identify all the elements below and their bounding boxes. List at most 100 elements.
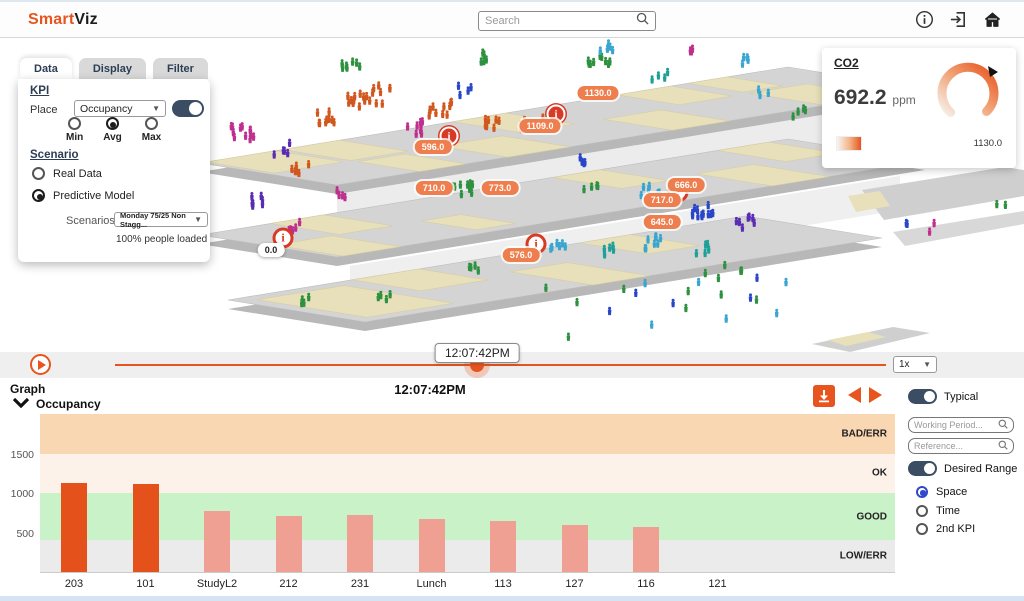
room-value-badge[interactable]: 710.0 <box>416 181 453 195</box>
desired-range-label: Desired Range <box>944 463 1017 475</box>
chart-title: Occupancy <box>36 397 101 411</box>
co2-gauge-card: CO2 692.2 ppm 01130.0 <box>822 48 1016 168</box>
bottom-divider <box>0 596 1024 601</box>
data-panel: Data Display Filter KPI Place Occupancy▼… <box>18 58 210 262</box>
place-label: Place <box>30 104 58 116</box>
working-period-input[interactable] <box>914 420 998 430</box>
x-axis-label: 127 <box>540 578 610 590</box>
zone-label: OK <box>872 468 887 479</box>
bar-127[interactable] <box>562 525 588 572</box>
room-value-badge[interactable]: 773.0 <box>482 181 519 195</box>
room-value-badge[interactable]: 645.0 <box>644 215 681 229</box>
logo-smart: Smart <box>28 11 74 28</box>
playback-speed-select[interactable]: 1x▼ <box>893 356 937 373</box>
zone-band-good: GOOD <box>40 493 895 540</box>
room-value-badge[interactable]: 596.0 <box>415 140 452 154</box>
mode-time-option[interactable]: Time <box>916 505 960 517</box>
bar-116[interactable] <box>633 527 659 573</box>
typical-row: Typical <box>908 389 978 404</box>
playback-timeline: 12:07:42PM 1x▼ <box>0 352 1024 378</box>
desired-range-row: Desired Range <box>908 461 1017 476</box>
chevron-down-icon: ▼ <box>923 360 931 369</box>
predictive-model-option[interactable]: Predictive Model <box>32 189 134 202</box>
agg-max[interactable]: Max <box>142 117 161 143</box>
bar-203[interactable] <box>61 483 87 572</box>
x-axis-label: 101 <box>111 578 181 590</box>
reference-input[interactable] <box>914 441 998 451</box>
bar-231[interactable] <box>347 515 373 572</box>
co2-scale: 01130.0 <box>836 138 1002 151</box>
co2-gradient-bar <box>836 136 862 151</box>
tab-data[interactable]: Data <box>20 58 72 79</box>
bar-Lunch[interactable] <box>419 519 445 572</box>
tab-filter[interactable]: Filter <box>153 58 208 79</box>
place-select[interactable]: Occupancy▼ <box>74 100 166 117</box>
x-axis-label: 121 <box>683 578 753 590</box>
min-radio[interactable] <box>68 117 81 130</box>
info-icon[interactable] <box>915 10 934 29</box>
time-radio[interactable] <box>916 505 928 517</box>
desired-range-toggle[interactable] <box>908 461 937 476</box>
tab-display[interactable]: Display <box>79 58 146 79</box>
bar-113[interactable] <box>490 521 516 572</box>
y-axis-tick: 1500 <box>6 449 34 461</box>
co2-unit: ppm <box>892 93 915 107</box>
bar-212[interactable] <box>276 516 302 572</box>
scenarios-select[interactable]: Monday 75/25 Non Stagg...▼ <box>114 212 208 227</box>
x-axis-label: Lunch <box>397 578 467 590</box>
space-radio[interactable] <box>916 486 928 498</box>
search-icon <box>998 437 1008 455</box>
graph-label: Graph <box>10 382 45 396</box>
agg-avg[interactable]: Avg <box>103 117 122 143</box>
room-value-badge[interactable]: 717.0 <box>644 193 681 207</box>
search-box[interactable] <box>478 11 656 31</box>
previous-arrow-button[interactable] <box>848 387 861 403</box>
zone-band-low-err: LOW/ERR <box>40 540 895 572</box>
search-input[interactable] <box>485 15 636 27</box>
room-value-badge[interactable]: 1109.0 <box>519 119 560 133</box>
mode-space-option[interactable]: Space <box>916 486 967 498</box>
occupancy-bar-chart: LOW/ERRGOODOKBAD/ERR <box>40 415 895 573</box>
logo-viz: Viz <box>74 11 97 28</box>
y-axis-tick: 1000 <box>6 488 34 500</box>
x-axis-label: 203 <box>39 578 109 590</box>
building-3d-view[interactable]: iiiii1130.01109.0596.0710.0773.0666.0717… <box>0 38 1024 352</box>
collapse-graph-chevron-icon[interactable] <box>12 395 30 413</box>
2nd-kpi-radio[interactable] <box>916 523 928 535</box>
graph-current-time: 12:07:42PM <box>360 382 500 397</box>
agg-min[interactable]: Min <box>66 117 83 143</box>
typical-toggle[interactable] <box>908 389 937 404</box>
next-arrow-button[interactable] <box>869 387 882 403</box>
room-value-badge[interactable]: 666.0 <box>668 178 705 192</box>
real-data-radio[interactable] <box>32 167 45 180</box>
predictive-model-radio[interactable] <box>32 189 45 202</box>
timeline-track[interactable]: 12:07:42PM <box>115 364 886 366</box>
download-button[interactable] <box>813 385 835 407</box>
co2-title[interactable]: CO2 <box>834 56 859 70</box>
kpi-heading: KPI <box>30 85 49 97</box>
scale-max: 1130.0 <box>974 138 1002 149</box>
app-logo[interactable]: SmartViz <box>28 11 98 29</box>
home-icon[interactable] <box>983 10 1002 29</box>
co2-radial-gauge <box>928 50 1008 130</box>
real-data-option[interactable]: Real Data <box>32 167 102 180</box>
room-value-badge[interactable]: 1130.0 <box>577 86 618 100</box>
logout-icon[interactable] <box>949 10 968 29</box>
scenario-heading: Scenario <box>30 149 79 161</box>
graph-section: Graph 12:07:42PM Occupancy LOW/ERRGOOD OK… <box>0 378 1024 601</box>
chevron-down-icon: ▼ <box>194 215 202 224</box>
data-panel-card: KPI Place Occupancy▼ Min Avg Max Scenari… <box>18 79 210 262</box>
working-period-box[interactable] <box>908 417 1014 433</box>
play-button[interactable] <box>30 354 51 375</box>
room-value-badge[interactable]: 0.0 <box>258 243 285 257</box>
scenarios-label: Scenarios <box>66 215 115 227</box>
mode-2nd-kpi-option[interactable]: 2nd KPI <box>916 523 975 535</box>
avg-radio[interactable] <box>106 117 119 130</box>
bar-StudyL2[interactable] <box>204 511 230 572</box>
reference-box[interactable] <box>908 438 1014 454</box>
max-radio[interactable] <box>145 117 158 130</box>
x-axis-label: 212 <box>254 578 324 590</box>
bar-101[interactable] <box>133 484 159 572</box>
room-value-badge[interactable]: 576.0 <box>503 248 540 262</box>
kpi-toggle[interactable] <box>172 100 204 117</box>
